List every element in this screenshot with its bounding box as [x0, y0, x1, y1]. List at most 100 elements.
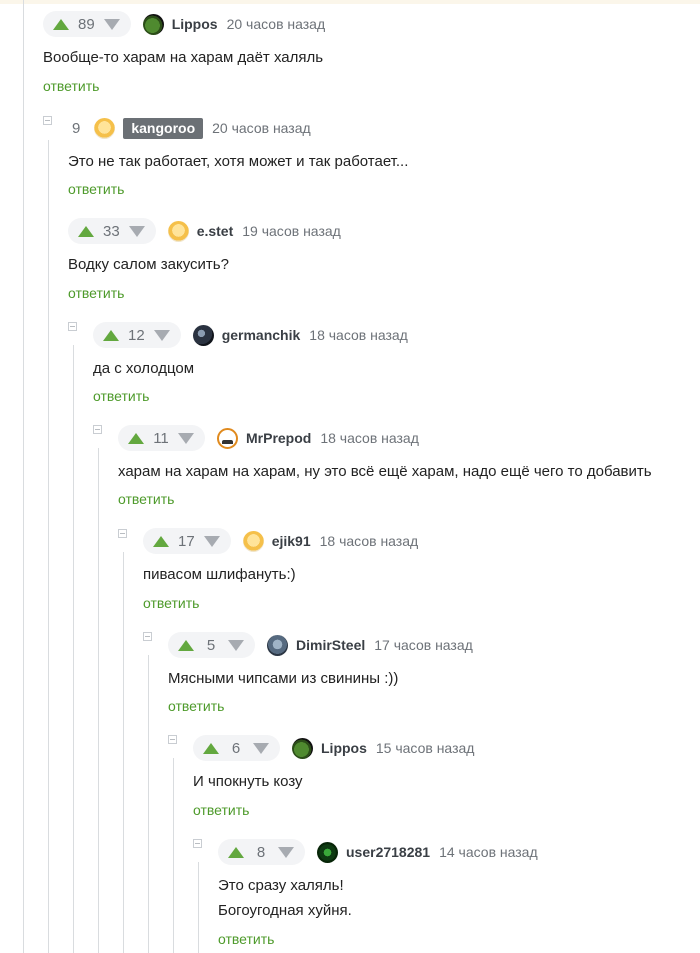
thread-line [73, 345, 74, 953]
thread-line [173, 758, 174, 953]
collapse-thread-button[interactable] [43, 116, 52, 125]
upvote-icon[interactable] [228, 846, 244, 858]
comment-text: Мясными чипсами из свинины :)) [168, 670, 399, 687]
comment-time[interactable]: 19 часов назад [242, 223, 341, 239]
downvote-icon[interactable] [253, 742, 269, 754]
comment-header: 33 e.stet 19 часов назад [68, 217, 341, 245]
collapse-thread-button[interactable] [143, 632, 152, 641]
downvote-icon[interactable] [128, 225, 145, 237]
comment-text: И чпокнуть козу [193, 773, 303, 790]
comment-rating: 89 [78, 15, 95, 33]
prepod-avatar[interactable] [217, 427, 238, 449]
comment-time[interactable]: 17 часов назад [374, 637, 473, 653]
thread-line [98, 448, 99, 953]
comment-author[interactable]: Lippos [172, 16, 218, 32]
comment-time[interactable]: 14 часов назад [439, 844, 538, 860]
upvote-icon[interactable] [53, 18, 69, 30]
comment-time[interactable]: 20 часов назад [227, 16, 326, 32]
comment-text: Это не так работает, хотя может и так ра… [68, 153, 409, 170]
steel-avatar[interactable] [267, 634, 288, 656]
frog-avatar[interactable] [142, 13, 164, 35]
collapse-thread-button[interactable] [168, 735, 177, 744]
comment-author-badge[interactable]: kangoroo [123, 117, 204, 139]
vote-control: 17 [143, 528, 231, 554]
comment-author[interactable]: ejik91 [272, 533, 311, 549]
reply-link[interactable]: ответить [68, 285, 124, 301]
top-band [0, 0, 700, 4]
upvote-icon[interactable] [178, 639, 194, 651]
thread-line [148, 655, 149, 953]
collapse-thread-button[interactable] [193, 839, 202, 848]
comment-text: харам на харам на харам, ну это всё ещё … [118, 463, 652, 480]
reply-link[interactable]: ответить [168, 698, 224, 714]
downvote-icon[interactable] [228, 639, 244, 651]
collapse-thread-button[interactable] [68, 322, 77, 331]
vote-control: 8 [218, 839, 305, 865]
clover-avatar[interactable] [317, 841, 338, 863]
thread-line [198, 862, 199, 953]
comment-header: 8 user2718281 14 часов назад [218, 838, 538, 866]
comment-time[interactable]: 18 часов назад [320, 430, 419, 446]
comment-header: 12 germanchik 18 часов назад [93, 321, 408, 349]
downvote-icon[interactable] [103, 18, 120, 30]
emoji-avatar[interactable] [94, 117, 116, 139]
comment-header: 17 ejik91 18 часов назад [143, 527, 418, 555]
comment-header: 6 Lippos 15 часов назад [193, 734, 474, 762]
comment-time[interactable]: 18 часов назад [320, 533, 419, 549]
comment-text: Водку салом закусить? [68, 256, 229, 273]
collapse-thread-button[interactable] [118, 529, 127, 538]
comment-rating: 5 [206, 636, 216, 654]
emoji-avatar[interactable] [167, 220, 189, 242]
comment-text: да с холодцом [93, 360, 195, 377]
upvote-icon[interactable] [203, 742, 219, 754]
reply-link[interactable]: ответить [218, 931, 274, 947]
thread-line [123, 552, 124, 953]
reply-link[interactable]: ответить [143, 595, 199, 611]
comment-time[interactable]: 20 часов назад [212, 120, 311, 136]
comment-text: Вообще-то харам на харам даёт халяль [43, 49, 324, 66]
comment-rating: 6 [231, 739, 241, 757]
downvote-icon[interactable] [278, 846, 294, 858]
vote-control: 5 [168, 632, 255, 658]
upvote-icon[interactable] [78, 225, 94, 237]
comment-header: 5 DimirSteel 17 часов назад [168, 631, 473, 659]
comment-author[interactable]: DimirSteel [296, 637, 365, 653]
comment-rating: 8 [256, 843, 266, 861]
comment-rating: 11 [153, 429, 169, 447]
reply-link[interactable]: ответить [43, 78, 99, 94]
upvote-icon[interactable] [128, 432, 144, 444]
upvote-icon[interactable] [153, 535, 169, 547]
downvote-icon[interactable] [153, 329, 170, 341]
comment-rating: 17 [178, 532, 195, 550]
comment-author[interactable]: germanchik [222, 327, 301, 343]
reply-link[interactable]: ответить [118, 491, 174, 507]
downvote-icon[interactable] [178, 432, 194, 444]
comment-rating: 9 [72, 119, 81, 137]
comment-rating: 33 [103, 222, 120, 240]
comment-text: пивасом шлифануть:) [143, 566, 296, 583]
reply-link[interactable]: ответить [193, 802, 249, 818]
comment-text: Это сразу халяль! [218, 877, 344, 894]
comment-time[interactable]: 18 часов назад [309, 327, 408, 343]
comment-header: 11 MrPrepod 18 часов назад [118, 424, 419, 452]
emoji-avatar[interactable] [242, 530, 264, 552]
comment-author[interactable]: MrPrepod [246, 430, 311, 446]
comment-time[interactable]: 15 часов назад [376, 740, 475, 756]
comment-author[interactable]: e.stet [197, 223, 234, 239]
comment-author[interactable]: user2718281 [346, 844, 430, 860]
comment-author[interactable]: Lippos [321, 740, 367, 756]
thread-line [23, 0, 24, 953]
vote-control: 11 [118, 425, 205, 451]
reply-link[interactable]: ответить [68, 181, 124, 197]
reply-link[interactable]: ответить [93, 388, 149, 404]
collapse-thread-button[interactable] [93, 425, 102, 434]
comment-header: 89 Lippos 20 часов назад [43, 10, 325, 38]
vote-control: 12 [93, 322, 181, 348]
dark-avatar[interactable] [192, 324, 214, 346]
vote-control: 6 [193, 735, 280, 761]
vote-control: 33 [68, 218, 156, 244]
upvote-icon[interactable] [103, 329, 119, 341]
comment-rating: 12 [128, 326, 145, 344]
downvote-icon[interactable] [203, 535, 220, 547]
frog-avatar[interactable] [292, 737, 313, 759]
